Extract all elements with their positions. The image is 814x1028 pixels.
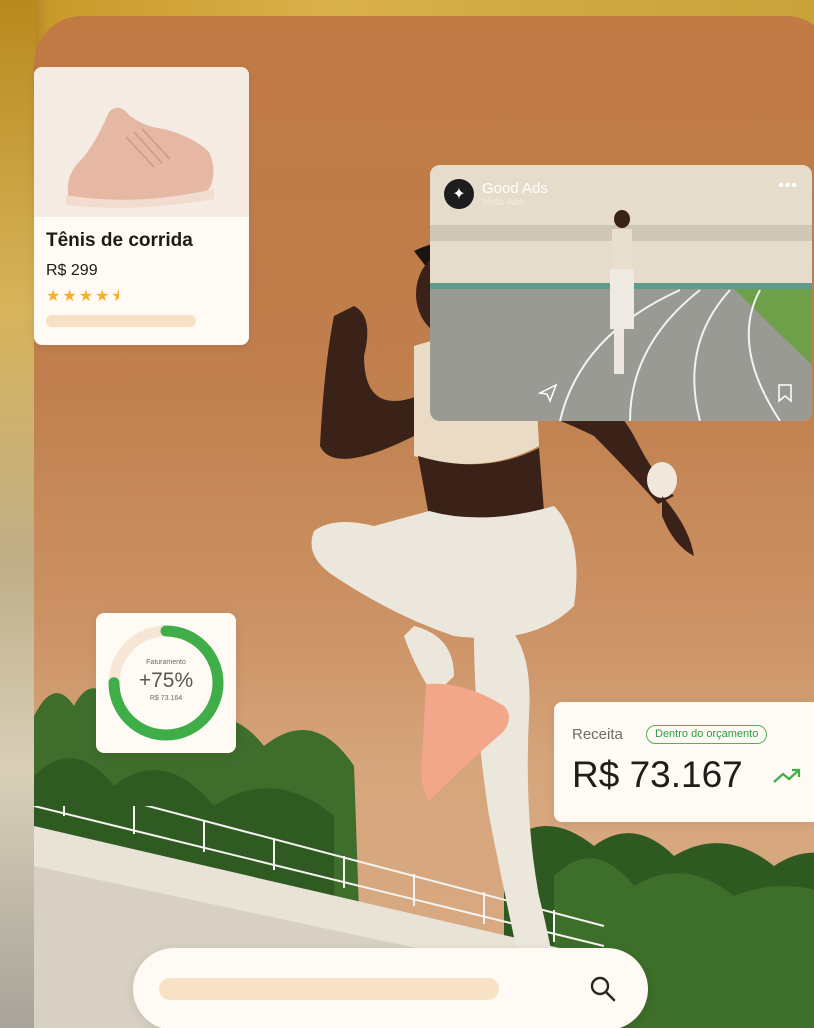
left-background-strip bbox=[0, 0, 36, 1028]
search-input[interactable] bbox=[159, 978, 499, 1000]
bookmark-icon[interactable] bbox=[776, 383, 794, 403]
product-name: Tênis de corrida bbox=[46, 230, 193, 251]
product-placeholder-bar bbox=[46, 315, 196, 327]
product-image bbox=[34, 67, 249, 217]
search-icon[interactable] bbox=[587, 973, 619, 1005]
rating-full-stars: ★★★★ bbox=[46, 288, 112, 305]
ring-subvalue: R$ 73.164 bbox=[149, 695, 183, 702]
more-options-icon[interactable]: ••• bbox=[778, 177, 798, 195]
product-price: R$ 299 bbox=[46, 262, 98, 279]
ad-subtitle: Meta Ads bbox=[482, 196, 524, 208]
revenue-value: R$ 73.167 bbox=[572, 754, 743, 795]
search-bar[interactable] bbox=[133, 948, 648, 1028]
ad-header: ✦ Good Ads Meta Ads bbox=[444, 179, 548, 209]
revenue-label: Receita bbox=[572, 726, 623, 743]
rating-stars: ★★★★★ bbox=[46, 286, 119, 306]
budget-status-badge: Dentro do orçamento bbox=[646, 725, 768, 744]
half-star-icon: ★ bbox=[111, 286, 119, 306]
revenue-card: Receita Dentro do orçamento R$ 73.167 bbox=[554, 702, 814, 822]
ad-preview-card[interactable]: ✦ Good Ads Meta Ads ••• bbox=[430, 165, 812, 421]
revenue-growth-card: Faturamento +75% R$ 73.164 bbox=[96, 613, 236, 753]
sparkle-icon: ✦ bbox=[444, 179, 474, 209]
send-icon[interactable] bbox=[538, 383, 558, 403]
trend-up-icon bbox=[773, 768, 801, 783]
ring-label: Faturamento bbox=[146, 659, 186, 666]
ring-value: +75% bbox=[138, 669, 194, 692]
product-card[interactable]: Tênis de corrida R$ 299 ★★★★★ bbox=[34, 67, 249, 345]
ad-title: Good Ads bbox=[482, 179, 548, 197]
